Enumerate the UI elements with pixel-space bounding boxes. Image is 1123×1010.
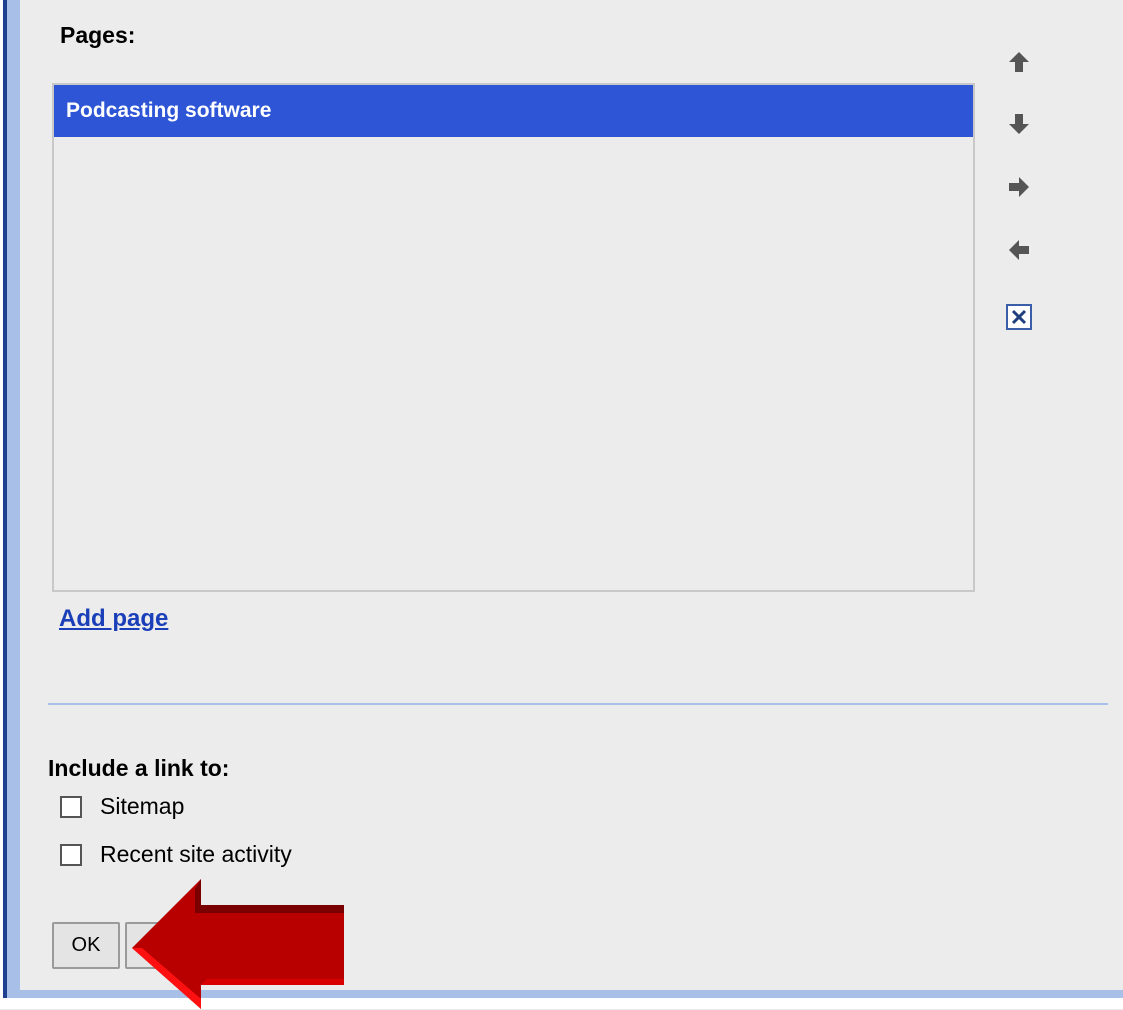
move-down-button[interactable] — [1004, 109, 1034, 139]
recent-activity-checkbox[interactable] — [60, 843, 82, 866]
pages-label: Pages: — [60, 22, 136, 48]
sitemap-label: Sitemap — [100, 793, 185, 819]
indent-button[interactable] — [1004, 172, 1034, 202]
list-item[interactable]: Podcasting software — [54, 85, 973, 137]
arrow-down-icon — [1009, 114, 1029, 134]
divider — [48, 703, 1108, 705]
outdent-button[interactable] — [1004, 235, 1034, 265]
add-page-link[interactable]: Add page — [59, 605, 168, 633]
move-up-button[interactable] — [1004, 47, 1034, 77]
arrow-left-icon — [1009, 240, 1029, 260]
arrow-up-icon — [1009, 52, 1029, 72]
sitemap-option[interactable]: Sitemap — [60, 793, 184, 820]
annotation-arrow-icon — [132, 879, 344, 1009]
include-link-label: Include a link to: — [48, 755, 230, 781]
arrow-right-icon — [1009, 177, 1029, 197]
pages-list[interactable]: Podcasting software — [52, 83, 975, 592]
remove-page-button[interactable] — [1004, 302, 1034, 332]
recent-activity-label: Recent site activity — [100, 841, 292, 867]
dialog-border-left-light — [7, 0, 20, 1000]
delete-icon — [1006, 304, 1032, 330]
sitemap-checkbox[interactable] — [60, 795, 82, 818]
recent-activity-option[interactable]: Recent site activity — [60, 841, 292, 868]
ok-button[interactable]: OK — [52, 922, 120, 969]
